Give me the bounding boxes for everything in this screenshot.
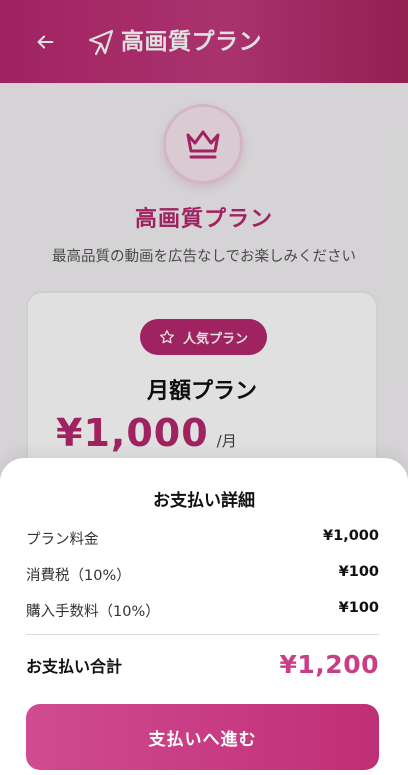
total-value: ¥1,200: [279, 650, 379, 679]
total-label: お支払い合計: [26, 656, 123, 676]
line-value: ¥1,000: [323, 528, 379, 544]
line-item-fee: 購入手数料（10%） ¥100: [26, 600, 379, 621]
line-item-plan-fee: プラン料金 ¥1,000: [26, 528, 379, 549]
proceed-to-payment-button[interactable]: 支払いへ進む: [26, 704, 379, 770]
line-label: 購入手数料（10%）: [26, 604, 160, 620]
line-label: 消費税（10%）: [26, 568, 131, 584]
line-item-tax: 消費税（10%） ¥100: [26, 564, 379, 585]
line-value: ¥100: [338, 600, 379, 616]
total-row: お支払い合計 ¥1,200: [26, 650, 379, 679]
divider: [26, 634, 379, 635]
line-value: ¥100: [338, 564, 379, 580]
sheet-title: お支払い詳細: [153, 491, 255, 511]
payment-bottom-sheet: お支払い詳細 プラン料金 ¥1,000 消費税（10%） ¥100 購入手数料（…: [0, 458, 408, 775]
line-label: プラン料金: [26, 532, 99, 548]
